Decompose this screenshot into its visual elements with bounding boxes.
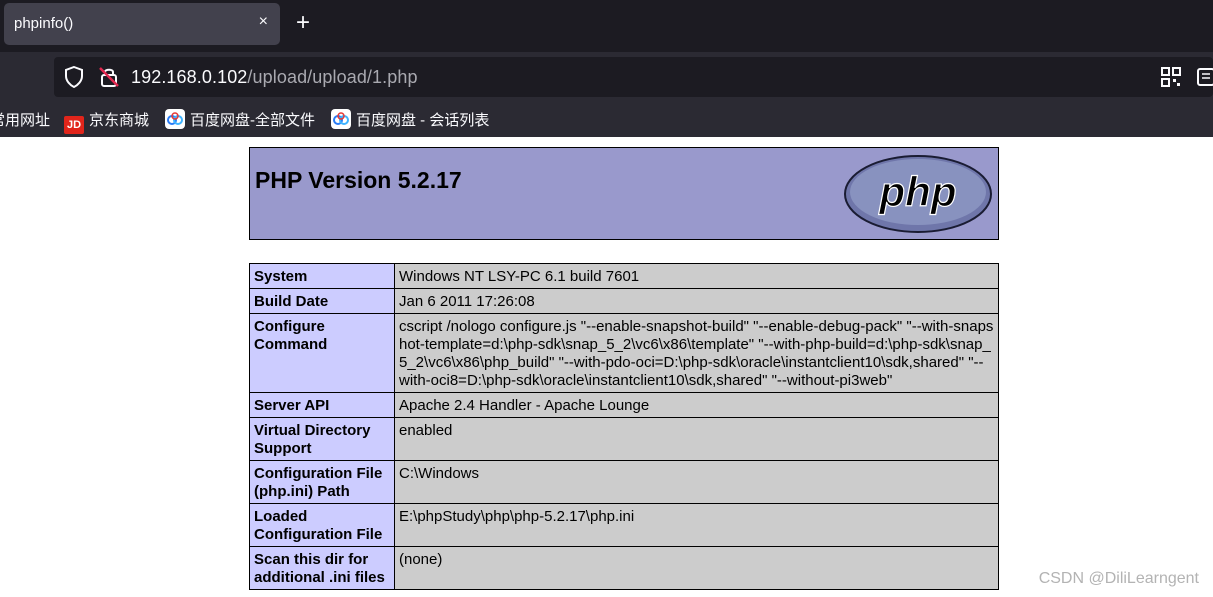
svg-text:php: php: [879, 168, 957, 215]
tab-phpinfo[interactable]: phpinfo() ×: [4, 3, 280, 45]
jd-icon: JD: [64, 116, 84, 134]
row-value: cscript /nologo configure.js "--enable-s…: [394, 313, 999, 393]
tab-bar: phpinfo() × +: [0, 0, 1213, 52]
row-value: C:\Windows: [394, 460, 999, 504]
php-info-table: System Windows NT LSY-PC 6.1 build 7601 …: [249, 263, 999, 590]
table-row: Virtual Directory Support enabled: [249, 417, 999, 461]
bookmark-common-sites[interactable]: 常用网址: [0, 109, 50, 130]
reader-view-icon[interactable]: [1197, 67, 1213, 87]
table-row: Server API Apache 2.4 Handler - Apache L…: [249, 392, 999, 418]
php-version-header: PHP Version 5.2.17 php: [249, 147, 999, 240]
page-content: PHP Version 5.2.17 php System Windows NT…: [0, 137, 1213, 597]
row-key: Configuration File (php.ini) Path: [249, 460, 395, 504]
table-row: Scan this dir for additional .ini files …: [249, 546, 999, 590]
close-icon[interactable]: ×: [259, 13, 268, 31]
row-key: Loaded Configuration File: [249, 503, 395, 547]
row-value: Windows NT LSY-PC 6.1 build 7601: [394, 263, 999, 289]
bookmark-baidu-all-files[interactable]: 百度网盘-全部文件: [165, 109, 315, 130]
php-logo-icon[interactable]: php: [843, 154, 993, 234]
watermark: CSDN @DiliLearngent: [1038, 570, 1199, 587]
page-title: PHP Version 5.2.17: [255, 167, 462, 193]
table-row: System Windows NT LSY-PC 6.1 build 7601: [249, 263, 999, 289]
row-key: Scan this dir for additional .ini files: [249, 546, 395, 590]
bookmark-baidu-sessions[interactable]: 百度网盘 - 会话列表: [331, 109, 489, 130]
bookmark-jd[interactable]: JD 京东商城: [64, 109, 149, 134]
nav-toolbar: 192.168.0.102/upload/upload/1.php: [0, 52, 1213, 100]
url-text[interactable]: 192.168.0.102/upload/upload/1.php: [131, 67, 418, 88]
row-key: Configure Command: [249, 313, 395, 393]
table-row: Configure Command cscript /nologo config…: [249, 313, 999, 393]
new-tab-button[interactable]: +: [296, 9, 310, 37]
bookmarks-bar: 常用网址 JD京东商城 百度网盘-全部文件 百度网盘 - 会话列表: [0, 100, 1213, 137]
qr-code-icon[interactable]: [1161, 67, 1181, 87]
table-row: Configuration File (php.ini) Path C:\Win…: [249, 460, 999, 504]
row-key: System: [249, 263, 395, 289]
table-row: Loaded Configuration File E:\phpStudy\ph…: [249, 503, 999, 547]
row-value: enabled: [394, 417, 999, 461]
insecure-lock-icon[interactable]: [98, 66, 120, 88]
row-value: Jan 6 2011 17:26:08: [394, 288, 999, 314]
baidu-netdisk-icon: [165, 109, 185, 129]
row-value: E:\phpStudy\php\php-5.2.17\php.ini: [394, 503, 999, 547]
tab-title: phpinfo(): [14, 15, 74, 32]
address-bar[interactable]: 192.168.0.102/upload/upload/1.php: [54, 57, 1213, 97]
row-value: (none): [394, 546, 999, 590]
baidu-netdisk-icon: [331, 109, 351, 129]
row-value: Apache 2.4 Handler - Apache Lounge: [394, 392, 999, 418]
table-row: Build Date Jan 6 2011 17:26:08: [249, 288, 999, 314]
row-key: Server API: [249, 392, 395, 418]
shield-icon[interactable]: [64, 66, 84, 88]
row-key: Virtual Directory Support: [249, 417, 395, 461]
row-key: Build Date: [249, 288, 395, 314]
